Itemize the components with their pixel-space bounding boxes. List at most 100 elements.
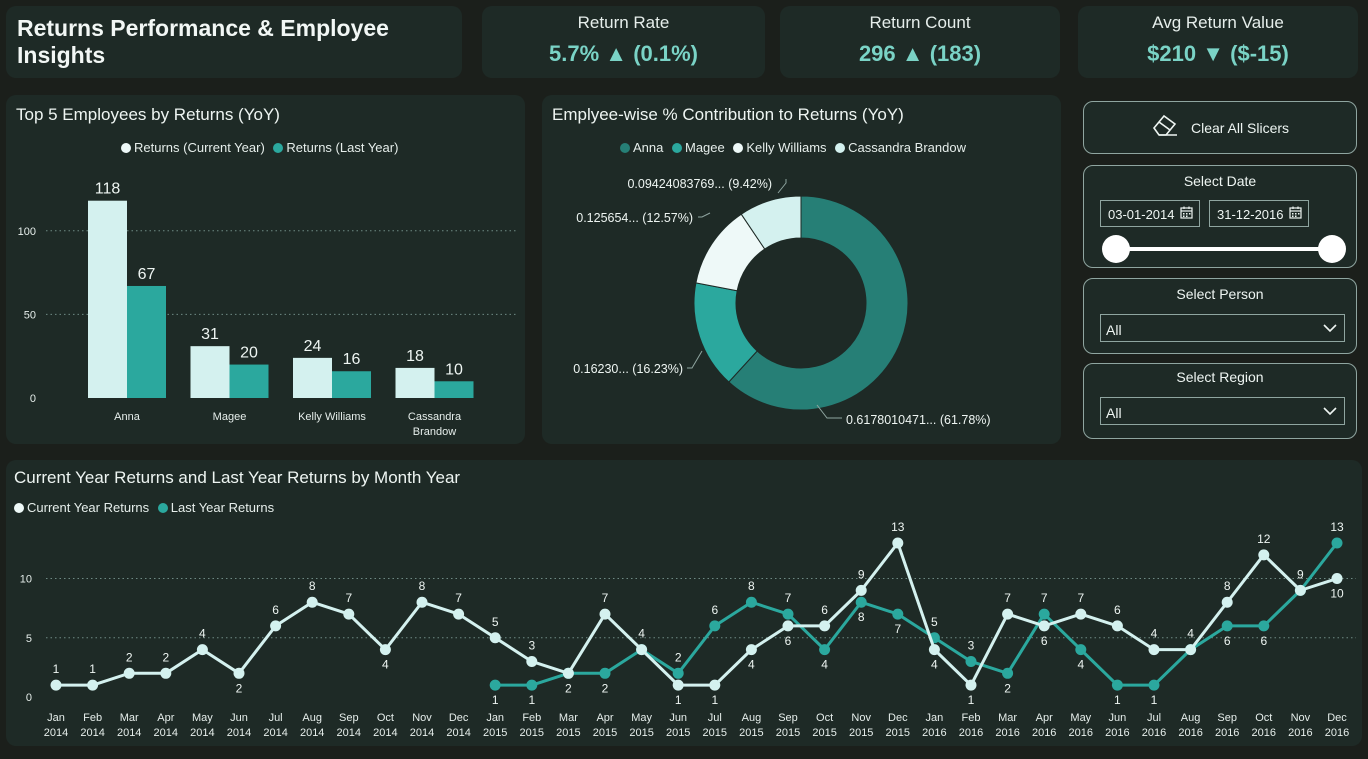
line-data-label: 4 <box>1077 658 1084 672</box>
x-tick-label: 2015 <box>776 727 800 739</box>
kpi-number: $210 <box>1147 41 1197 66</box>
x-tick-label: Mar <box>559 712 578 724</box>
x-tick-label: Nov <box>851 712 871 724</box>
x-tick-label: Apr <box>1036 712 1053 724</box>
donut-data-label: 0.09424083769... (9.42%) <box>627 177 772 191</box>
data-point <box>599 608 611 620</box>
data-point <box>562 667 574 679</box>
person-dropdown[interactable]: All <box>1100 314 1345 342</box>
data-point <box>1038 620 1050 632</box>
data-point <box>672 667 684 679</box>
date-range-end-handle[interactable] <box>1318 235 1346 263</box>
bar <box>395 367 435 398</box>
date-range-start-handle[interactable] <box>1102 235 1130 263</box>
calendar-icon[interactable] <box>1289 206 1302 222</box>
kpi-label: Avg Return Value <box>1152 13 1284 32</box>
line-data-label: 10 <box>1330 587 1344 601</box>
x-tick-label: Jun <box>1109 712 1127 724</box>
x-tick-label: 2015 <box>483 727 507 739</box>
x-tick-label: Nov <box>412 712 432 724</box>
kpi-value: 296 ▲ (183) <box>780 41 1060 67</box>
donut-data-label: 0.125654... (12.57%) <box>576 211 693 225</box>
data-point <box>1258 620 1270 632</box>
x-tick-label: Mar <box>998 712 1017 724</box>
x-tick-label: Apr <box>157 712 174 724</box>
region-dropdown[interactable]: All <box>1100 397 1345 425</box>
line-data-label: 7 <box>455 591 462 605</box>
x-tick-label: 2015 <box>556 727 580 739</box>
y-tick-label: 10 <box>20 574 32 586</box>
x-tick-label: Jul <box>269 712 283 724</box>
line-data-label: 9 <box>1297 567 1304 581</box>
x-tick-label: 2015 <box>849 727 873 739</box>
x-tick-label: 2015 <box>739 727 763 739</box>
data-point <box>1002 608 1014 620</box>
line-data-label: 7 <box>785 591 792 605</box>
line-data-label: 8 <box>309 579 316 593</box>
bar-data-label: 18 <box>406 348 424 365</box>
line-data-label: 6 <box>1041 634 1048 648</box>
date-slicer: Select Date 03-01-2014 31-12-2016 <box>1083 165 1357 268</box>
line-data-label: 1 <box>711 693 718 707</box>
data-point <box>965 655 977 667</box>
leader-line <box>698 212 711 218</box>
x-tick-label: 2014 <box>300 727 324 739</box>
data-point <box>196 644 208 656</box>
line-data-label: 4 <box>382 658 389 672</box>
eraser-icon <box>1151 113 1179 142</box>
line-data-label: 2 <box>1004 681 1011 695</box>
x-tick-label: 2014 <box>263 727 287 739</box>
line-data-label: 3 <box>528 638 535 652</box>
bar-data-label: 24 <box>304 338 322 355</box>
x-tick-label: 2016 <box>1252 727 1276 739</box>
line-data-label: 7 <box>1004 591 1011 605</box>
x-tick-label: Mar <box>120 712 139 724</box>
region-slicer-title: Select Region <box>1176 369 1264 385</box>
bar <box>434 381 474 398</box>
kpi-return-rate: Return Rate 5.7% ▲ (0.1%) <box>482 6 765 78</box>
end-date-input[interactable]: 31-12-2016 <box>1209 200 1309 227</box>
data-point <box>1331 573 1343 585</box>
x-tick-label: Apr <box>596 712 613 724</box>
line-data-label: 7 <box>1041 591 1048 605</box>
data-point <box>1331 537 1343 549</box>
data-point <box>526 655 538 667</box>
date-range-track[interactable] <box>1116 247 1332 251</box>
line-data-label: 2 <box>236 681 243 695</box>
y-tick-label: 50 <box>24 309 36 321</box>
x-tick-label: Dec <box>888 712 908 724</box>
line-data-label: 6 <box>1114 603 1121 617</box>
x-tick-label: Jun <box>669 712 687 724</box>
x-tick-label: Oct <box>377 712 394 724</box>
x-tick-label: 2014 <box>337 727 361 739</box>
x-tick-label: Jul <box>1147 712 1161 724</box>
kpi-label: Return Count <box>869 13 971 32</box>
x-tick-label: Feb <box>83 712 102 724</box>
date-slicer-title: Select Date <box>1183 173 1257 189</box>
line-data-label: 1 <box>675 693 682 707</box>
line-data-label: 3 <box>968 638 975 652</box>
calendar-icon[interactable] <box>1180 206 1193 222</box>
bar-data-label: 16 <box>343 351 361 368</box>
data-point <box>489 632 501 644</box>
kpi-label: Return Rate <box>577 13 670 32</box>
data-point <box>379 644 391 656</box>
line-data-label: 4 <box>638 627 645 641</box>
x-tick-label: Jul <box>708 712 722 724</box>
kpi-avg-return-value: Avg Return Value $210 ▼ ($-15) <box>1078 6 1358 78</box>
chevron-down-icon <box>1322 404 1338 420</box>
data-point <box>819 620 831 632</box>
start-date-value: 03-01-2014 <box>1108 207 1175 222</box>
start-date-input[interactable]: 03-01-2014 <box>1100 200 1200 227</box>
line-data-label: 7 <box>345 591 352 605</box>
x-tick-label: Oct <box>1255 712 1272 724</box>
data-point <box>526 679 538 691</box>
data-point <box>233 667 245 679</box>
bar <box>332 371 371 398</box>
x-tick-label: Anna <box>114 411 141 423</box>
x-tick-label: Feb <box>962 712 981 724</box>
line-data-label: 4 <box>748 658 755 672</box>
bar-chart: 0 50 100 118 67 Anna 31 20 Magee 24 16 Kelly Willia… <box>18 181 516 438</box>
data-point <box>50 679 62 691</box>
clear-all-slicers-button[interactable]: Clear All Slicers <box>1083 101 1357 154</box>
